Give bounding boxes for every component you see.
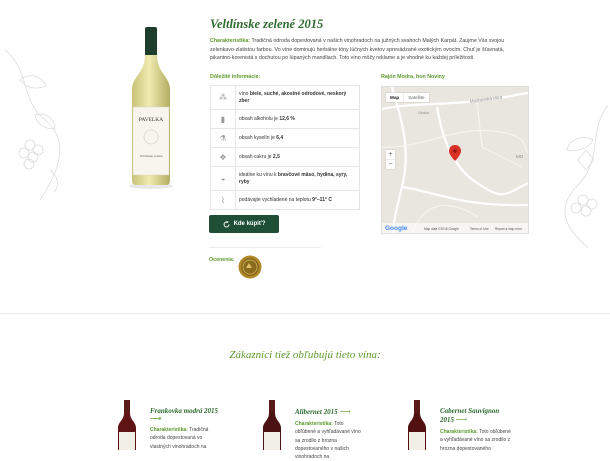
details-row: ⚗ obsah kyselín je 6,4	[210, 128, 360, 148]
map-data-credit: Map data ©2016 Google	[424, 227, 459, 231]
divider	[209, 247, 321, 248]
location-map[interactable]: Modranská ulica Vinica MO Google Map dat…	[381, 86, 529, 234]
award-medal-icon[interactable]	[238, 255, 262, 279]
refresh-icon	[223, 220, 230, 227]
bottle-icon: ▮	[210, 109, 236, 129]
recommend-item-name[interactable]: Alibernet 2015 ⟶	[295, 407, 351, 416]
awards-label: Ocenenia:	[209, 257, 235, 263]
zoom-in-button[interactable]: +	[386, 150, 395, 159]
map-report-link[interactable]: Report a map error	[495, 227, 523, 231]
arrow-right-icon[interactable]: ⟶	[456, 415, 467, 424]
food-icon: ◒	[210, 166, 236, 191]
map-tab-map[interactable]: Map	[386, 93, 404, 102]
product-description: Charakteristika: Tradičná odroda dopesto…	[210, 37, 516, 63]
zoom-out-button[interactable]: −	[386, 159, 395, 169]
recommend-item-name[interactable]: Cabernet Sauvignon 2015 ⟶	[440, 407, 510, 424]
arrow-right-icon[interactable]: ⟶	[150, 414, 161, 423]
details-label: Dôležité informácie:	[210, 74, 261, 80]
vine-ornament-left	[4, 49, 61, 201]
details-row: ◒ ideálne ku vínu k bravčové mäso, hydin…	[210, 166, 360, 191]
map-tab-satellite[interactable]: Satellite	[403, 93, 429, 102]
product-title: Veltlínske zelené 2015	[210, 17, 324, 31]
sugar-icon: ❖	[210, 147, 236, 167]
where-to-buy-button[interactable]: Kde kúpiť?	[209, 215, 279, 233]
map-label: Rajón Modra, hon Noviny	[381, 74, 445, 80]
map-canvas[interactable]: Modranská ulica Vinica MO Google Map dat…	[382, 87, 528, 233]
flask-icon: ⚗	[210, 128, 236, 148]
description-label: Charakteristika:	[210, 38, 251, 44]
arrow-right-icon[interactable]: ⟶	[339, 407, 350, 416]
google-logo: Google	[385, 225, 408, 232]
map-type-toggle: Map Satellite	[386, 93, 429, 102]
vine-ornament-right	[564, 104, 609, 249]
recommend-item-desc: Charakteristika: Toto obľúbené a vyhľadá…	[440, 429, 511, 452]
description-text: Tradičná odroda dopestovaná v našich vin…	[210, 38, 505, 62]
map-zoom-control: + −	[386, 150, 395, 169]
map-place-label: MO	[516, 154, 524, 159]
wine-bottle-image[interactable]	[407, 400, 427, 450]
where-to-buy-label: Kde kúpiť?	[233, 221, 266, 227]
recommend-item-desc: Charakteristika: Toto obľúbené a vyhľadá…	[295, 421, 361, 461]
details-table: ⁂ víno biele, suché, akostné odrodové, n…	[210, 85, 360, 210]
bottle-name: Veltlínske zelené	[139, 154, 163, 158]
section-divider	[0, 313, 610, 314]
recommend-title: Zákazníci tiež obľubujú tieto vína:	[229, 349, 381, 361]
thermometer-icon: ⌇	[210, 190, 236, 210]
recommend-item-desc: Charakteristika: Tradičná odroda dopesto…	[150, 427, 209, 450]
details-row: ⌇ podávajte vychladené na teplotu 9°–11°…	[210, 190, 360, 210]
map-road-label: Vinica	[418, 110, 430, 115]
details-row: ▮ obsah alkoholu je 12,6 %	[210, 109, 360, 129]
details-row: ❖ obsah cukru je 2,5	[210, 147, 360, 167]
grape-icon: ⁂	[210, 85, 236, 110]
wine-bottle-image: PAVELKA Veltlínske zelené	[129, 27, 173, 189]
wine-bottle-image[interactable]	[262, 400, 282, 450]
details-row: ⁂ víno biele, suché, akostné odrodové, n…	[210, 85, 360, 110]
map-terms-link[interactable]: Terms of Use	[470, 227, 489, 231]
wine-bottle-image[interactable]	[117, 400, 137, 450]
bottle-brand: PAVELKA	[139, 117, 163, 123]
